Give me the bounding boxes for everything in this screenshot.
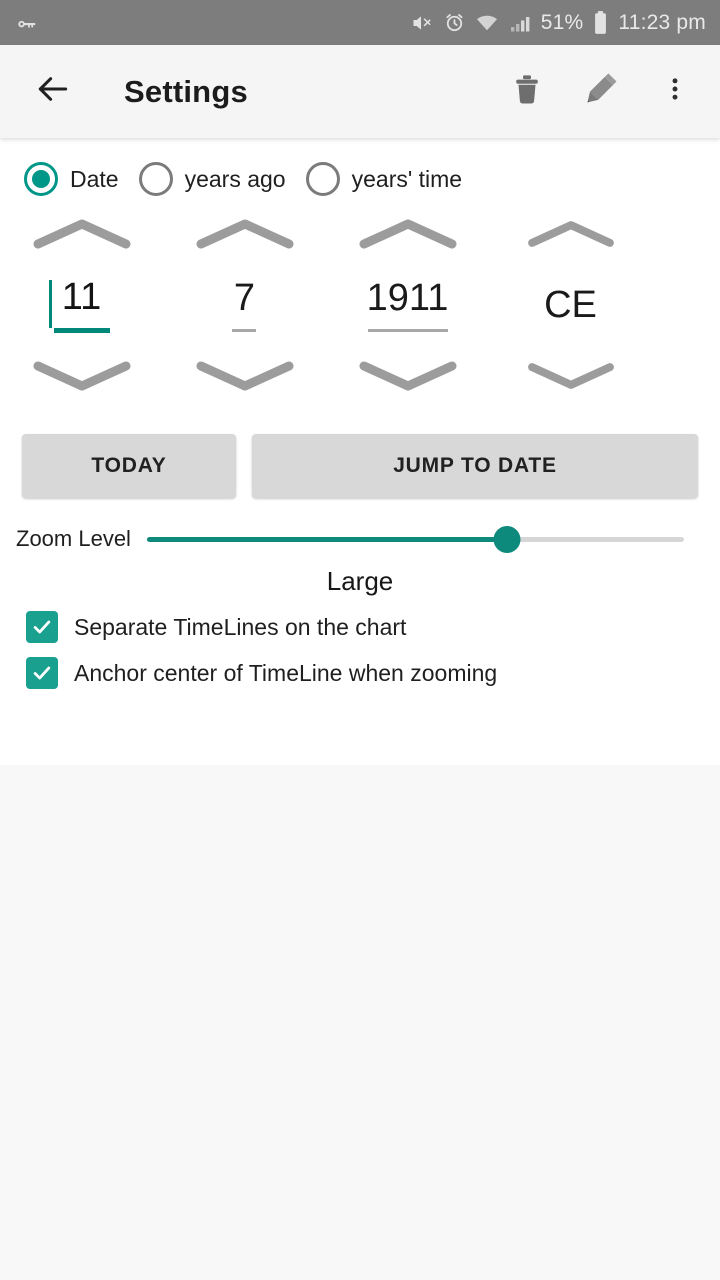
zoom-level-value: Large bbox=[326, 566, 394, 596]
spinner-year: 1911 bbox=[326, 208, 489, 402]
decrement-era-button[interactable] bbox=[511, 350, 631, 402]
decrement-day-button[interactable] bbox=[22, 350, 142, 402]
jump-to-date-button[interactable]: JUMP TO DATE bbox=[252, 434, 698, 498]
radio-label: years' time bbox=[351, 165, 463, 192]
spinner-day: 11 bbox=[0, 208, 163, 402]
month-value: 7 bbox=[233, 276, 256, 319]
radio-option-date[interactable]: Date bbox=[24, 162, 119, 196]
trash-icon bbox=[510, 72, 544, 111]
text-caret bbox=[48, 279, 52, 328]
signal-icon bbox=[508, 11, 532, 35]
status-bar-right: 51% 11:23 pm bbox=[410, 10, 706, 36]
back-arrow-icon bbox=[34, 70, 72, 113]
empty-area bbox=[0, 765, 720, 1280]
today-button[interactable]: TODAY bbox=[22, 434, 236, 498]
wifi-icon bbox=[475, 11, 499, 35]
checkbox-checked-icon[interactable] bbox=[26, 657, 58, 689]
era-display[interactable]: CE bbox=[540, 260, 601, 350]
day-underline bbox=[53, 327, 110, 333]
radio-button-icon[interactable] bbox=[305, 162, 340, 196]
spinner-month: 7 bbox=[163, 208, 326, 402]
checkbox-checked-icon[interactable] bbox=[26, 611, 58, 643]
radio-option-years-ago[interactable]: years ago bbox=[138, 162, 286, 196]
battery-icon bbox=[592, 10, 609, 36]
slider-fill bbox=[146, 536, 507, 542]
checkbox-separate-timelines[interactable]: Separate TimeLines on the chart bbox=[0, 597, 720, 643]
delete-button[interactable] bbox=[504, 69, 550, 115]
status-bar: 51% 11:23 pm bbox=[0, 0, 720, 45]
back-button[interactable] bbox=[30, 69, 76, 115]
app-bar-actions bbox=[504, 69, 698, 115]
year-underline bbox=[367, 328, 448, 332]
decrement-year-button[interactable] bbox=[348, 350, 468, 402]
checkbox-label: Separate TimeLines on the chart bbox=[74, 613, 407, 640]
radio-button-icon[interactable] bbox=[24, 162, 58, 196]
radio-button-icon[interactable] bbox=[138, 162, 173, 196]
zoom-level-row: Zoom Level bbox=[0, 498, 720, 553]
day-input[interactable]: 11 bbox=[48, 260, 110, 350]
radio-option-years-time[interactable]: years' time bbox=[305, 162, 463, 196]
radio-label: Date bbox=[70, 165, 119, 192]
year-input[interactable]: 1911 bbox=[363, 260, 453, 350]
alarm-icon bbox=[443, 11, 466, 34]
year-value: 1911 bbox=[366, 276, 449, 319]
month-input[interactable]: 7 bbox=[230, 260, 259, 350]
day-value: 11 bbox=[61, 275, 102, 318]
key-icon bbox=[14, 10, 40, 36]
edit-button[interactable] bbox=[578, 69, 624, 115]
pencil-icon bbox=[581, 69, 621, 114]
month-underline bbox=[232, 328, 257, 332]
checkbox-label: Anchor center of TimeLine when zooming bbox=[74, 659, 498, 686]
mode-radio-group: Date years ago years' time bbox=[0, 138, 720, 196]
status-bar-left bbox=[14, 10, 40, 36]
date-action-buttons: TODAY JUMP TO DATE bbox=[0, 402, 720, 498]
overflow-menu-button[interactable] bbox=[652, 69, 698, 115]
battery-percent: 51% bbox=[540, 10, 584, 34]
increment-day-button[interactable] bbox=[22, 208, 142, 260]
increment-month-button[interactable] bbox=[185, 208, 305, 260]
increment-year-button[interactable] bbox=[348, 208, 468, 260]
page-title: Settings bbox=[124, 73, 248, 109]
increment-era-button[interactable] bbox=[511, 208, 631, 260]
zoom-level-label: Zoom Level bbox=[16, 526, 131, 551]
mute-icon bbox=[410, 11, 434, 35]
more-vert-icon bbox=[661, 75, 689, 108]
checkbox-anchor-center[interactable]: Anchor center of TimeLine when zooming bbox=[0, 643, 720, 689]
era-value: CE bbox=[544, 284, 597, 326]
decrement-month-button[interactable] bbox=[185, 350, 305, 402]
date-spinner-group: 11 7 1911 CE bbox=[0, 208, 720, 402]
app-bar: Settings bbox=[0, 45, 720, 138]
zoom-level-slider[interactable] bbox=[146, 525, 684, 553]
settings-content: Date years ago years' time 11 7 1911 CE … bbox=[0, 138, 720, 765]
clock-time: 11:23 pm bbox=[618, 10, 706, 34]
radio-label: years ago bbox=[184, 165, 286, 192]
spinner-era: CE bbox=[489, 208, 652, 402]
slider-thumb[interactable] bbox=[493, 525, 521, 553]
